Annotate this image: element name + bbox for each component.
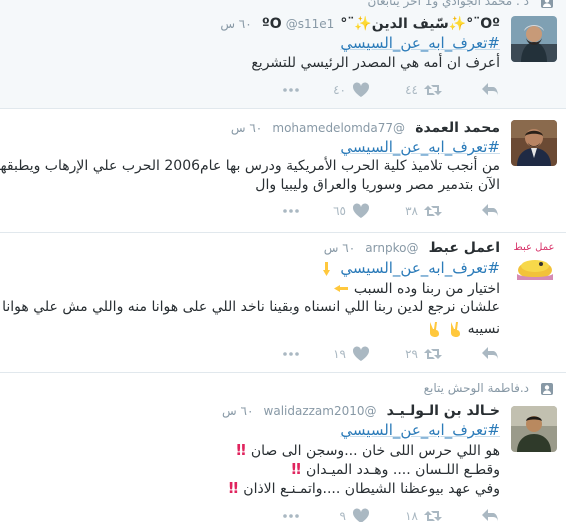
author-name[interactable]: محمد العمدة xyxy=(415,120,500,136)
author-handle[interactable]: @arnpko xyxy=(365,241,418,255)
reply-button[interactable] xyxy=(482,344,500,364)
like-count: ٤٠ xyxy=(333,83,346,97)
reply-button[interactable] xyxy=(482,201,500,221)
reply-icon xyxy=(482,204,498,217)
tweet-actions: ٤٤ ٤٠ xyxy=(240,80,500,100)
tweet-header: محمد العمدة @mohamedelomda77 ٦٠ س xyxy=(231,120,500,136)
victory-hand-icon xyxy=(430,321,440,337)
more-button[interactable] xyxy=(282,80,300,100)
tweet-text-line-3: وفي عهد بيوعظنا الشيطان ....واتمـنـع الا… xyxy=(243,481,500,497)
avatar[interactable] xyxy=(511,406,557,452)
more-icon xyxy=(283,209,299,213)
author-name[interactable]: خـالد بن الـولـيـد xyxy=(387,403,500,419)
heart-icon xyxy=(352,82,370,97)
retweet-count: ٢٩ xyxy=(405,347,418,361)
retweet-icon xyxy=(424,85,442,95)
double-exclamation-icon: ‼ xyxy=(228,479,239,497)
text-row-3: نسيبه xyxy=(427,318,500,339)
follow-context-icon xyxy=(541,0,553,8)
retweet-count: ٣٨ xyxy=(405,204,418,218)
like-button[interactable]: ٩ xyxy=(340,506,370,522)
like-button[interactable]: ٦٥ xyxy=(333,201,370,221)
timestamp[interactable]: ٦٠ س xyxy=(324,241,355,255)
tweet-text-line-2: وقطـع اللـسان .... وهـدد الميـدان xyxy=(306,462,500,478)
more-button[interactable] xyxy=(282,506,300,522)
hashtag-link[interactable]: #تعرف_ابه_عن_السيسي xyxy=(340,421,500,439)
tweet-text-line-1: هو اللي حرس اللى خان ...وسجن الى صان xyxy=(250,443,500,459)
heart-icon xyxy=(352,203,370,218)
hashtag-link[interactable]: #تعرف_ابه_عن_السيسي xyxy=(340,34,500,52)
reply-icon xyxy=(482,347,498,360)
tweet-header: Oº¨°✨سّيف الدين✨¨°ºO @s11e1 ٦٠ س xyxy=(220,16,500,32)
text-row-3: وفي عهد بيوعظنا الشيطان ....واتمـنـع الا… xyxy=(229,478,500,499)
tweet-1[interactable]: د . محمد الجوادي و1 آخر يتابعان Oº¨°✨سّي… xyxy=(0,0,566,109)
hashtag-row: #تعرف_ابه_عن_السيسي xyxy=(319,258,500,277)
hashtag-link[interactable]: #تعرف_ابه_عن_السيسي xyxy=(340,138,500,156)
double-exclamation-icon: ‼ xyxy=(291,460,301,478)
tweet-3[interactable]: عمل عبط اعمل عبط @arnpko ٦٠ س #تعرف_ابه_… xyxy=(0,232,566,373)
author-handle[interactable]: @s11e1 xyxy=(286,17,335,31)
author-handle[interactable]: @walidazzam2010 xyxy=(264,404,377,418)
tweet-header: اعمل عبط @arnpko ٦٠ س xyxy=(324,240,500,256)
tweet-actions: ٣٨ ٦٥ xyxy=(240,201,500,221)
timestamp[interactable]: ٦٠ س xyxy=(220,17,251,31)
tweet-text: أعرف ان أمه هي المصدر الرئيسي للتشريع xyxy=(251,55,500,71)
double-exclamation-icon: ‼ xyxy=(236,441,246,459)
follow-context-icon xyxy=(541,383,553,395)
tweet-text-line-2: علشان نرجع لدين ربنا اللي انسناه وبقينا … xyxy=(2,299,500,315)
victory-hand-icon xyxy=(450,321,460,337)
tweet-2[interactable]: محمد العمدة @mohamedelomda77 ٦٠ س #تعرف_… xyxy=(0,108,566,233)
more-button[interactable] xyxy=(282,201,300,221)
more-icon xyxy=(283,514,299,518)
tweet-4[interactable]: د.فاطمة الوحش يتابع خـالد بن الـولـيـد @… xyxy=(0,372,566,522)
text-row-1: اختيار من ربنا وده السبب xyxy=(333,278,500,299)
tweet-text-line-2: الآن بتدمير مصر وسوريا والعراق وليبيا وا… xyxy=(255,177,500,193)
timestamp[interactable]: ٦٠ س xyxy=(222,404,253,418)
reply-button[interactable] xyxy=(482,80,500,100)
retweet-icon xyxy=(424,206,442,216)
like-count: ٦٥ xyxy=(333,204,346,218)
retweet-icon xyxy=(424,511,442,521)
text-row-1: هو اللي حرس اللى خان ...وسجن الى صان ‼ xyxy=(236,440,500,461)
hashtag-link[interactable]: #تعرف_ابه_عن_السيسي xyxy=(340,259,500,277)
retweet-count: ١٨ xyxy=(405,509,418,522)
text-row-2: وقطـع اللـسان .... وهـدد الميـدان ‼ xyxy=(292,459,500,480)
more-icon xyxy=(283,88,299,92)
avatar-label: عمل عبط xyxy=(514,242,555,253)
retweet-icon xyxy=(424,349,442,359)
avatar[interactable] xyxy=(511,120,557,166)
author-handle[interactable]: @mohamedelomda77 xyxy=(272,121,405,135)
tweet-actions: ٢٩ ١٩ xyxy=(240,344,500,364)
retweet-button[interactable]: ١٨ xyxy=(405,506,442,522)
tweet-header: خـالد بن الـولـيـد @walidazzam2010 ٦٠ س xyxy=(222,403,500,419)
like-count: ٩ xyxy=(339,509,346,522)
avatar[interactable] xyxy=(511,16,557,62)
tweet-actions: ١٨ ٩ xyxy=(240,506,500,522)
reply-button[interactable] xyxy=(482,506,500,522)
heart-icon xyxy=(352,508,370,522)
reply-icon xyxy=(482,83,498,96)
more-button[interactable] xyxy=(282,344,300,364)
like-button[interactable]: ١٩ xyxy=(333,344,370,364)
pointing-down-hand-icon xyxy=(323,261,331,276)
timestamp[interactable]: ٦٠ س xyxy=(231,121,262,135)
follow-context[interactable]: د . محمد الجوادي و1 آخر يتابعان xyxy=(368,0,530,8)
reply-icon xyxy=(482,509,498,522)
like-count: ١٩ xyxy=(333,347,346,361)
retweet-button[interactable]: ٢٩ xyxy=(405,344,442,364)
follow-context[interactable]: د.فاطمة الوحش يتابع xyxy=(424,381,529,395)
avatar[interactable]: عمل عبط xyxy=(511,238,557,284)
more-icon xyxy=(283,352,299,356)
tweet-text-line-1: من أنجب تلاميذ كلية الحرب الأمريكية ودرس… xyxy=(0,158,500,174)
tweet-text-line-1: اختيار من ربنا وده السبب xyxy=(353,281,500,297)
retweet-button[interactable]: ٤٤ xyxy=(405,80,442,100)
pointing-hand-icon xyxy=(333,284,348,292)
retweet-button[interactable]: ٣٨ xyxy=(405,201,442,221)
author-name[interactable]: اعمل عبط xyxy=(429,240,500,256)
retweet-count: ٤٤ xyxy=(405,83,418,97)
like-button[interactable]: ٤٠ xyxy=(333,80,370,100)
tweet-text-line-3: نسيبه xyxy=(467,321,500,337)
heart-icon xyxy=(352,346,370,361)
